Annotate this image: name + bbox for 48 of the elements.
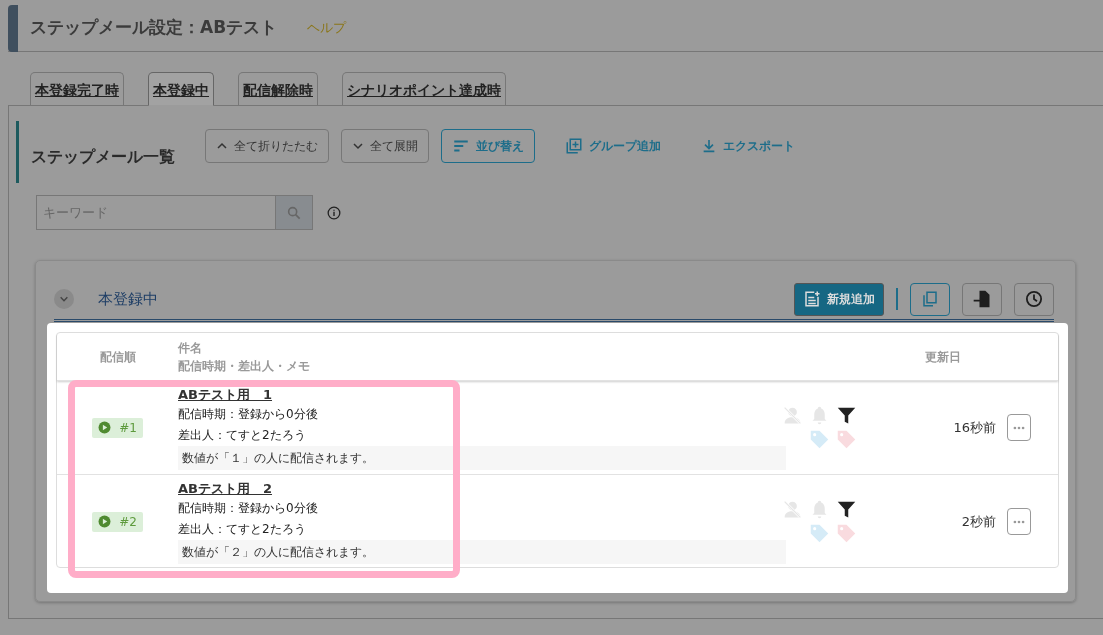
tab[interactable]: シナリオポイント達成時 [342, 72, 506, 105]
history-button[interactable] [1014, 282, 1054, 316]
timing-text: 配信時期：登録から0分後 [178, 500, 319, 518]
more-button[interactable] [1007, 508, 1031, 535]
section-accent-bar [16, 121, 19, 183]
group-title: 本登録中 [98, 288, 159, 310]
section-title: ステップメール一覧 [31, 146, 175, 168]
sender-text: 差出人：てすと2たろう [178, 521, 307, 539]
toolbar-button[interactable]: 全て折りたたむ [205, 129, 329, 163]
chevron-down-icon [59, 294, 69, 304]
updated-time: 16秒前 [953, 418, 996, 437]
add-group-icon [565, 137, 583, 155]
search-icon [286, 204, 302, 221]
tab[interactable]: 本登録中 [148, 72, 214, 106]
updated-time: 2秒前 [961, 512, 996, 531]
column-header: 件名 [178, 339, 203, 357]
chevron-down-icon [352, 140, 364, 152]
new-add-button[interactable]: 新規追加 [794, 282, 884, 316]
info-icon [327, 206, 341, 221]
memo-text: 数値が「２」の人に配信されます。 [178, 540, 786, 565]
collapse-toggle[interactable] [54, 289, 74, 309]
page-title: ステップメール設定：ABテスト [30, 16, 278, 40]
copy-icon [921, 290, 939, 308]
play-icon [98, 515, 112, 528]
order-number: #1 [119, 419, 137, 437]
memo-text: 数値が「１」の人に配信されます。 [178, 446, 786, 471]
tab[interactable]: 本登録完了時 [30, 72, 124, 105]
more-button[interactable] [1007, 414, 1031, 441]
download-icon [701, 138, 717, 154]
column-header: 更新日 [925, 348, 961, 366]
play-icon [98, 421, 112, 434]
clock-icon [1025, 290, 1043, 308]
divider [896, 288, 898, 310]
note-add-icon [803, 290, 821, 308]
file-import-icon [972, 289, 992, 309]
timing-text: 配信時期：登録から0分後 [178, 406, 319, 424]
search-button[interactable] [275, 195, 313, 230]
toolbar-button[interactable]: 全て展開 [341, 129, 429, 163]
column-header: 配信順 [99, 348, 136, 366]
subject-link[interactable]: ABテスト用 2 [178, 478, 272, 499]
column-subheader: 配信時期・差出人・メモ [178, 357, 311, 375]
sender-text: 差出人：てすと2たろう [178, 427, 307, 445]
import-button[interactable] [962, 282, 1002, 316]
copy-button[interactable] [910, 282, 950, 316]
title-accent-bar [8, 4, 18, 52]
tab[interactable]: 配信解除時 [238, 72, 318, 105]
order-number: #2 [119, 513, 137, 531]
subject-link[interactable]: ABテスト用 1 [178, 384, 272, 405]
